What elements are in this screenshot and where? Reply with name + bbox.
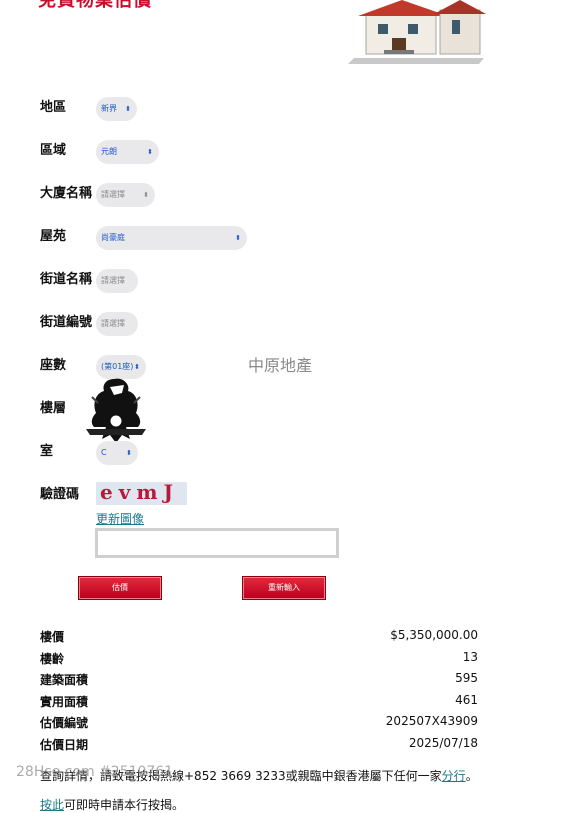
result-label: 樓價 — [40, 630, 65, 644]
area-select[interactable]: 元朗 ⬍ — [96, 140, 159, 164]
result-label: 建築面積 — [40, 673, 89, 687]
estate-label: 屋苑 — [40, 229, 67, 244]
footer-line2-text: 可即時申請本行按揭。 — [64, 798, 185, 812]
site-watermark: 28Hse.com #2510761 — [16, 764, 174, 780]
district-label: 地區 — [40, 100, 67, 115]
area-value: 元朗 — [101, 147, 117, 156]
flat-value: C — [101, 448, 107, 457]
estate-value: 尚豪庭 — [101, 233, 125, 242]
chevron-updown-icon: ⬍ — [125, 105, 131, 113]
result-value: 595 — [455, 671, 478, 685]
area-label: 區域 — [40, 143, 67, 158]
district-value: 新界 — [101, 104, 117, 113]
chevron-updown-icon: ⬍ — [143, 191, 149, 199]
captcha-input[interactable] — [95, 528, 339, 558]
result-label: 實用面積 — [40, 695, 89, 709]
building-value: 請選擇 — [101, 190, 125, 199]
building-label: 大廈名稱 — [40, 186, 93, 201]
refresh-captcha-link[interactable]: 更新圖像 — [96, 510, 144, 527]
result-label: 樓齡 — [40, 652, 65, 666]
result-value: 202507X43909 — [385, 714, 478, 728]
apply-link[interactable]: 按此 — [40, 798, 64, 812]
floor-label: 樓層 — [40, 401, 67, 416]
reset-button[interactable]: 重新輸入 — [242, 576, 326, 600]
agency-watermark: 中原地產 — [248, 356, 313, 375]
result-label: 估價編號 — [40, 716, 89, 730]
chevron-updown-icon: ⬍ — [126, 449, 132, 457]
eagle-logo — [84, 373, 148, 447]
flat-select[interactable]: C ⬍ — [96, 441, 138, 465]
captcha-label: 驗證碼 — [40, 487, 80, 502]
building-select[interactable]: 請選擇 ⬍ — [96, 183, 155, 207]
result-label: 估價日期 — [40, 738, 89, 752]
house-illustration — [344, 0, 486, 64]
branch-link[interactable]: 分行 — [442, 769, 466, 783]
page-title: 免費物業估價 — [38, 0, 152, 11]
street-name-value: 請選擇 — [101, 276, 125, 285]
result-value: 461 — [455, 693, 478, 707]
chevron-updown-icon: ⬍ — [235, 234, 241, 242]
flat-label: 室 — [40, 444, 54, 459]
street-name-label: 街道名稱 — [40, 272, 93, 287]
chevron-updown-icon: ⬍ — [147, 148, 153, 156]
captcha-image: evmJ — [96, 482, 187, 505]
street-name-select[interactable]: 請選擇 — [96, 269, 138, 293]
street-no-select[interactable]: 請選擇 — [96, 312, 138, 336]
captcha-code: evmJ — [100, 482, 179, 504]
street-no-value: 請選擇 — [101, 319, 125, 328]
footer-end: 。 — [465, 769, 478, 783]
block-label: 座數 — [40, 358, 67, 373]
street-no-label: 街道編號 — [40, 315, 93, 330]
result-value: 2025/07/18 — [408, 736, 478, 750]
footer-line2: 按此可即時申請本行按揭。 — [40, 796, 184, 813]
result-value: $5,350,000.00 — [390, 628, 478, 642]
district-select[interactable]: 新界 ⬍ — [96, 97, 137, 121]
result-value: 13 — [462, 650, 478, 664]
block-value: (第01座) — [101, 362, 134, 371]
estimate-button[interactable]: 估價 — [78, 576, 162, 600]
estate-select[interactable]: 尚豪庭 ⬍ — [96, 226, 247, 250]
